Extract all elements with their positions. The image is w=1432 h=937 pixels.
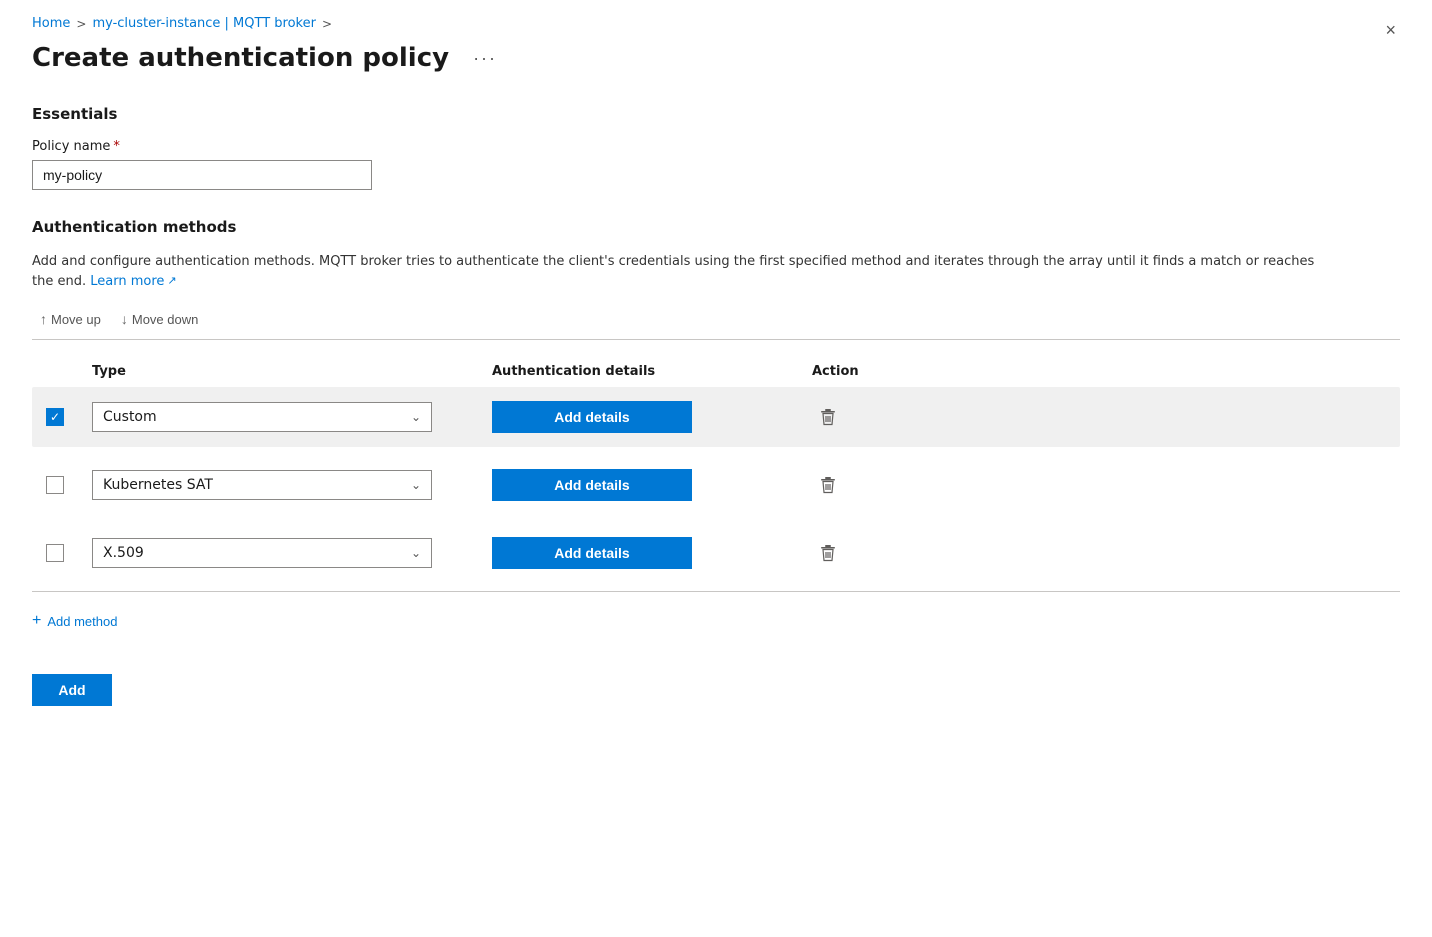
- row1-check-col: [32, 408, 92, 426]
- breadcrumb-sep2: >: [322, 17, 332, 31]
- table-header: Type Authentication details Action: [32, 356, 1400, 387]
- more-options-button[interactable]: ···: [465, 45, 505, 71]
- auth-methods-description: Add and configure authentication methods…: [32, 252, 1332, 291]
- page-container: Home > my-cluster-instance | MQTT broker…: [0, 0, 1432, 937]
- row3-type-col: X.509 ⌄: [92, 538, 492, 568]
- row1-trash-icon: [818, 407, 838, 427]
- row3-check-col: [32, 544, 92, 562]
- row3-type-select[interactable]: X.509 ⌄: [92, 538, 432, 568]
- toolbar-divider: [32, 339, 1400, 340]
- toolbar: ↑ Move up ↓ Move down: [32, 307, 1400, 339]
- col-check-header: [32, 364, 92, 379]
- essentials-section-title: Essentials: [32, 105, 1400, 123]
- breadcrumb-home[interactable]: Home: [32, 16, 70, 31]
- page-header: Create authentication policy ···: [32, 43, 1400, 73]
- row3-add-details-button[interactable]: Add details: [492, 537, 692, 569]
- col-auth-header: Authentication details: [492, 364, 812, 379]
- breadcrumb: Home > my-cluster-instance | MQTT broker…: [32, 16, 1400, 31]
- table-row: Kubernetes SAT ⌄ Add details: [32, 455, 1400, 515]
- page-title: Create authentication policy: [32, 43, 449, 73]
- row1-type-col: Custom ⌄: [92, 402, 492, 432]
- move-up-button[interactable]: ↑ Move up: [32, 307, 109, 331]
- row2-check-col: [32, 476, 92, 494]
- row2-chevron-icon: ⌄: [411, 478, 421, 492]
- row-gap-2: [32, 515, 1400, 523]
- row3-auth-col: Add details: [492, 537, 812, 569]
- row1-type-select[interactable]: Custom ⌄: [92, 402, 432, 432]
- submit-area: Add: [32, 658, 1400, 706]
- add-method-divider: [32, 591, 1400, 592]
- add-method-button[interactable]: + Add method: [32, 608, 117, 634]
- row3-trash-icon: [818, 543, 838, 563]
- add-method-plus-icon: +: [32, 612, 41, 630]
- col-action-header: Action: [812, 364, 932, 379]
- row3-type-value: X.509: [103, 545, 144, 561]
- row1-add-details-button[interactable]: Add details: [492, 401, 692, 433]
- row2-type-select[interactable]: Kubernetes SAT ⌄: [92, 470, 432, 500]
- row2-action-col: [812, 469, 932, 501]
- move-up-label: Move up: [51, 312, 101, 327]
- row2-add-details-button[interactable]: Add details: [492, 469, 692, 501]
- policy-name-input[interactable]: [32, 160, 372, 190]
- row3-chevron-icon: ⌄: [411, 546, 421, 560]
- breadcrumb-sep1: >: [76, 17, 86, 31]
- row3-action-col: [812, 537, 932, 569]
- row2-delete-button[interactable]: [812, 469, 844, 501]
- breadcrumb-cluster[interactable]: my-cluster-instance | MQTT broker: [92, 16, 316, 31]
- row3-checkbox[interactable]: [46, 544, 64, 562]
- essentials-section: Essentials Policy name*: [32, 105, 1400, 190]
- col-type-header: Type: [92, 364, 492, 379]
- move-up-icon: ↑: [40, 311, 47, 327]
- row1-action-col: [812, 401, 932, 433]
- move-down-label: Move down: [132, 312, 198, 327]
- row2-trash-icon: [818, 475, 838, 495]
- row2-auth-col: Add details: [492, 469, 812, 501]
- row1-delete-button[interactable]: [812, 401, 844, 433]
- add-button[interactable]: Add: [32, 674, 112, 706]
- close-button[interactable]: ×: [1381, 16, 1400, 45]
- row2-checkbox[interactable]: [46, 476, 64, 494]
- auth-methods-title: Authentication methods: [32, 218, 1400, 236]
- row1-type-value: Custom: [103, 409, 157, 425]
- row3-delete-button[interactable]: [812, 537, 844, 569]
- row2-type-value: Kubernetes SAT: [103, 477, 213, 493]
- row1-auth-col: Add details: [492, 401, 812, 433]
- table-row: Custom ⌄ Add details: [32, 387, 1400, 447]
- row-gap-1: [32, 447, 1400, 455]
- row1-chevron-icon: ⌄: [411, 410, 421, 424]
- external-link-icon: ↗: [167, 273, 176, 290]
- add-method-label: Add method: [47, 614, 117, 629]
- learn-more-link[interactable]: Learn more↗: [90, 272, 176, 292]
- move-down-icon: ↓: [121, 311, 128, 327]
- auth-methods-section: Authentication methods Add and configure…: [32, 218, 1400, 706]
- row2-type-col: Kubernetes SAT ⌄: [92, 470, 492, 500]
- required-indicator: *: [113, 139, 120, 154]
- table-row: X.509 ⌄ Add details: [32, 523, 1400, 583]
- row1-checkbox[interactable]: [46, 408, 64, 426]
- move-down-button[interactable]: ↓ Move down: [113, 307, 206, 331]
- auth-methods-table: Type Authentication details Action Custo…: [32, 356, 1400, 583]
- policy-name-label: Policy name*: [32, 139, 1400, 154]
